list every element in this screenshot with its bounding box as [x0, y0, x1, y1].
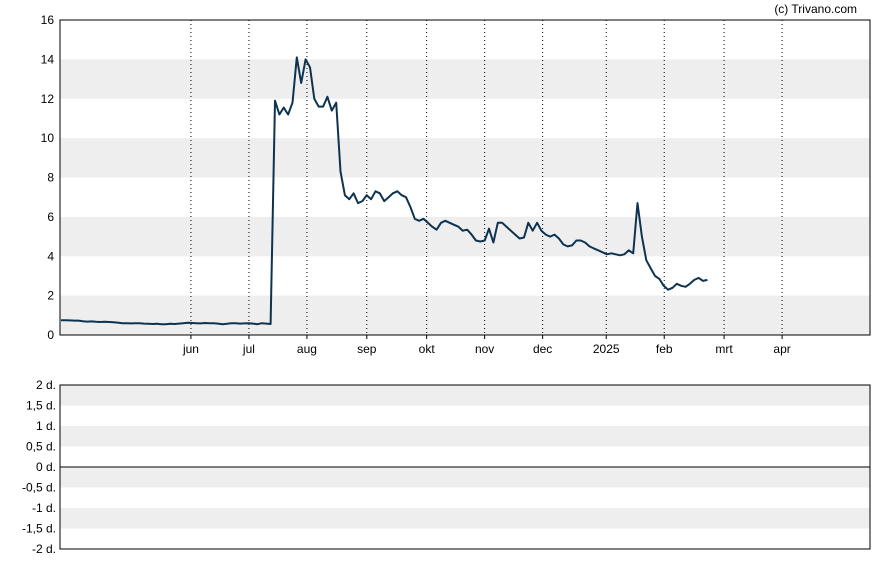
- y-tick-label: 1,5 d.: [26, 399, 56, 413]
- y-tick-label: -1,5 d.: [22, 522, 56, 536]
- grid-band: [60, 138, 870, 178]
- y-tick-label: -2 d.: [32, 542, 56, 556]
- grid-band: [60, 508, 870, 529]
- volume-panel: 2 d. 1,5 d. 1 d. 0,5 d. 0 d. -0,5 d. -1 d. -1,5…: [22, 378, 871, 556]
- y-tick-label: 16: [41, 13, 55, 27]
- grid-band: [60, 59, 870, 99]
- y-tick-label: 10: [41, 131, 55, 145]
- price-panel: 0 2 4 6 8 10 12 14 16 jun jul aug sep okt nov dec 2025 fe…: [41, 13, 871, 356]
- x-tick-label: aug: [297, 342, 317, 356]
- x-tick-label: jul: [242, 342, 255, 356]
- y-tick-label: 6: [47, 210, 54, 224]
- y-tick-label: 4: [47, 249, 54, 263]
- stock-chart: 0 2 4 6 8 10 12 14 16 jun jul aug sep okt nov dec 2025 fe…: [22, 2, 871, 556]
- x-tick-label: okt: [419, 342, 436, 356]
- y-tick-label: 0 d.: [36, 460, 56, 474]
- y-tick-label: -0,5 d.: [22, 481, 56, 495]
- grid-band: [60, 216, 870, 257]
- x-tick-label: feb: [656, 342, 673, 356]
- y-tick-label: 1 d.: [36, 419, 56, 433]
- x-tick-label: jun: [182, 342, 199, 356]
- x-tick-label: nov: [475, 342, 494, 356]
- x-tick-label: mrt: [715, 342, 733, 356]
- grid-band: [60, 295, 870, 335]
- y-tick-label: 2: [47, 289, 54, 303]
- x-tick-label: 2025: [593, 342, 620, 356]
- copyright-label: (c) Trivano.com: [774, 2, 857, 16]
- grid-band: [60, 467, 870, 488]
- y-tick-label: 0,5 d.: [26, 440, 56, 454]
- grid-band: [60, 426, 870, 447]
- y-tick-label: 0: [47, 328, 54, 342]
- grid-band: [60, 385, 870, 406]
- x-tick-label: sep: [357, 342, 377, 356]
- y-tick-label: 12: [41, 92, 55, 106]
- y-tick-label: 8: [47, 171, 54, 185]
- y-tick-label: -1 d.: [32, 501, 56, 515]
- y-tick-label: 2 d.: [36, 378, 56, 392]
- x-tick-label: dec: [533, 342, 552, 356]
- y-tick-label: 14: [41, 52, 55, 66]
- x-tick-label: apr: [773, 342, 790, 356]
